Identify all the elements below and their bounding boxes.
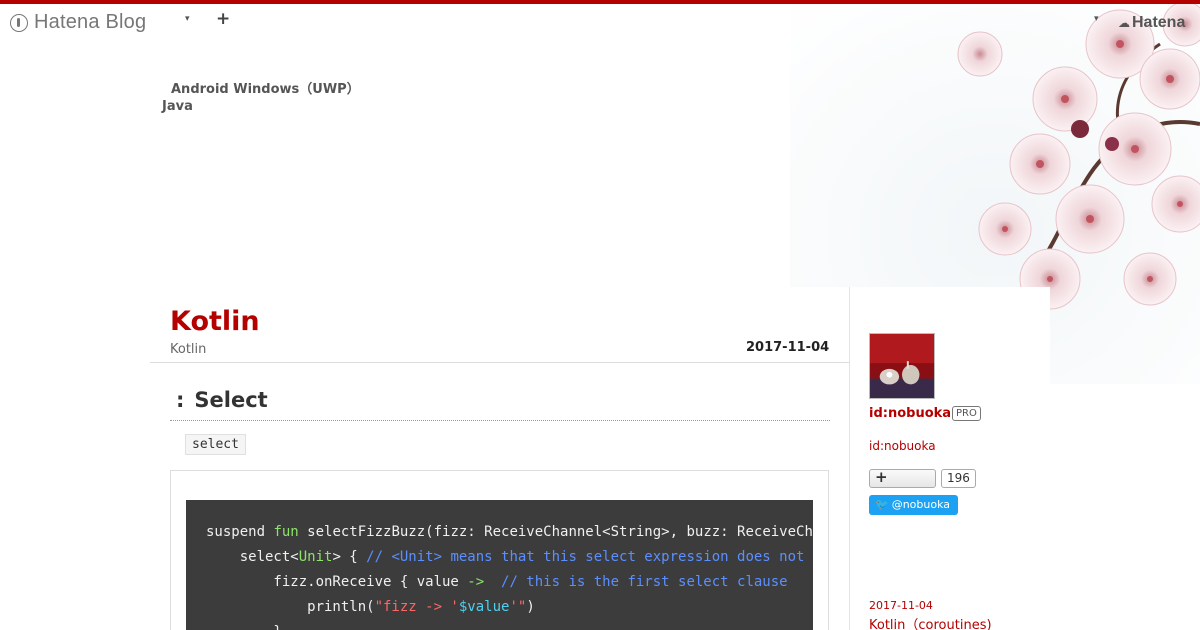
- section-heading-colon: :: [176, 388, 185, 412]
- code-token: println(: [206, 599, 375, 615]
- section-heading: : Select: [170, 388, 830, 421]
- pro-badge: PRO: [952, 406, 981, 421]
- entry-article: Kotlin Kotlin 2017-11-04 : Select select …: [150, 287, 850, 630]
- inline-code: select: [185, 434, 246, 455]
- code-token: }: [206, 624, 281, 630]
- twitter-handle: @nobuoka: [891, 498, 951, 511]
- code-token: selectFizzBuzz(fizz: ReceiveChannel<Stri…: [307, 524, 813, 540]
- profile-id[interactable]: id:nobuoka: [869, 406, 951, 421]
- blog-description: Android Windows（UWP） Java: [162, 81, 392, 115]
- bookmark-count[interactable]: 196: [941, 469, 976, 488]
- twitter-bird-icon: 🐦: [875, 498, 889, 511]
- hatena-blog-logo[interactable]: Hatena Blog: [10, 11, 146, 34]
- cloud-icon: ☁: [1118, 16, 1130, 30]
- code-interpolation: $value: [458, 599, 510, 615]
- entry-category[interactable]: Kotlin: [170, 342, 206, 357]
- avatar[interactable]: [869, 333, 935, 399]
- twitter-follow-button[interactable]: 🐦 @nobuoka: [869, 495, 958, 515]
- chevron-down-icon[interactable]: ▾: [185, 14, 190, 24]
- logo-text: Hatena Blog: [34, 11, 147, 33]
- code-keyword: fun: [273, 524, 299, 540]
- bookmark-add-button[interactable]: +: [869, 468, 936, 488]
- sidebar: id:nobuoka PRO id:nobuoka + 196 🐦 @nobuok…: [850, 287, 1050, 630]
- recent-entry-date: 2017-11-04: [869, 599, 933, 612]
- global-header: Hatena Blog ▾ + ▾ ☁ Hatena: [0, 4, 1200, 40]
- blog-description-line2: Java: [162, 99, 193, 114]
- hatena-label: Hatena: [1132, 14, 1186, 31]
- entry-title[interactable]: Kotlin: [170, 306, 260, 337]
- profile-id-link[interactable]: id:nobuoka: [869, 439, 936, 453]
- code-token: > {: [332, 549, 367, 565]
- hatena-menu-button[interactable]: ☁ Hatena: [1118, 14, 1185, 32]
- add-icon[interactable]: +: [216, 9, 230, 29]
- code-frame: suspend fun selectFizzBuzz(fizz: Receive…: [170, 470, 829, 630]
- code-token: fizz.onReceive { value: [206, 574, 468, 590]
- code-block: suspend fun selectFizzBuzz(fizz: Receive…: [186, 500, 813, 630]
- entry-date[interactable]: 2017-11-04: [746, 340, 829, 355]
- hatena-blog-logo-icon: [10, 13, 28, 32]
- blog-description-line1: Android Windows（UWP）: [171, 82, 360, 97]
- code-type: Unit: [298, 549, 333, 565]
- code-comment: // this is the first select clause: [501, 574, 788, 590]
- code-string: '": [509, 599, 527, 615]
- account-chevron-down-icon[interactable]: ▾: [1094, 14, 1099, 24]
- plus-icon: +: [875, 468, 888, 486]
- code-arrow: ->: [467, 574, 485, 590]
- code-token: select<: [206, 549, 299, 565]
- recent-entry-link[interactable]: Kotlin（coroutines): [869, 614, 992, 630]
- entry-divider: [150, 362, 850, 363]
- code-comment: // <Unit> means that this select express…: [366, 549, 813, 565]
- code-token: suspend: [206, 524, 274, 540]
- code-string: "fizz -> ': [374, 599, 459, 615]
- code-token: ): [526, 599, 535, 615]
- section-heading-text: Select: [194, 388, 268, 412]
